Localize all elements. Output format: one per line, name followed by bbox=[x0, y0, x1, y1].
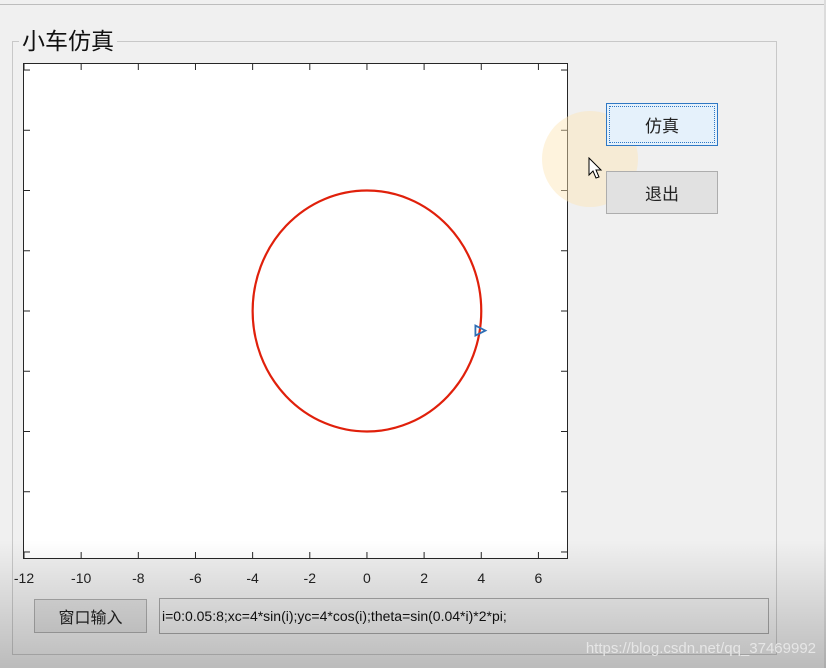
x-tick-label: -6 bbox=[189, 570, 202, 586]
window-top-border bbox=[0, 0, 826, 5]
x-tick-label: 4 bbox=[477, 570, 486, 586]
exit-button[interactable]: 退出 bbox=[606, 171, 718, 214]
x-tick-label: 6 bbox=[534, 570, 543, 586]
trajectory-circle-0 bbox=[251, 189, 483, 433]
x-tick-label: -8 bbox=[132, 570, 145, 586]
x-tick-label: -10 bbox=[71, 570, 92, 586]
plot-canvas bbox=[24, 64, 567, 558]
mouse-cursor-icon bbox=[588, 157, 603, 179]
plot-axes[interactable] bbox=[23, 63, 568, 559]
simulate-button[interactable]: 仿真 bbox=[606, 103, 718, 146]
window-input-button[interactable]: 窗口输入 bbox=[34, 599, 147, 633]
watermark-text: https://blog.csdn.net/qq_37469992 bbox=[585, 640, 816, 657]
panel-title: 小车仿真 bbox=[19, 28, 117, 56]
x-tick-label: 0 bbox=[363, 570, 371, 586]
command-input[interactable]: i=0:0.05:8;xc=4*sin(i);yc=4*cos(i);theta… bbox=[159, 598, 769, 634]
x-tick-label: -2 bbox=[303, 570, 317, 586]
x-tick-label: -4 bbox=[246, 570, 259, 586]
x-tick-label: -12 bbox=[13, 570, 35, 586]
x-tick-label: 2 bbox=[420, 570, 428, 586]
